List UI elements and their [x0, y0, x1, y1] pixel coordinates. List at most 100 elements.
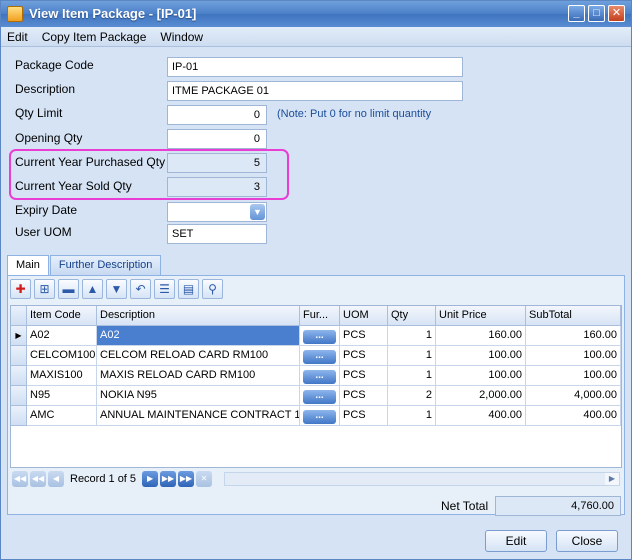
cell-further: ... [300, 406, 340, 426]
user-uom-field[interactable]: SET [167, 224, 267, 244]
sold-qty-field: 3 [167, 177, 267, 197]
col-subtotal[interactable]: SubTotal [526, 306, 621, 326]
further-description-button[interactable]: ... [303, 410, 336, 424]
further-description-button[interactable]: ... [303, 350, 336, 364]
chevron-down-icon[interactable]: ▼ [250, 204, 265, 220]
cell-qty[interactable]: 2 [388, 386, 436, 406]
cell-further: ... [300, 326, 340, 346]
cell-item-code[interactable]: CELCOM100 [27, 346, 97, 366]
package-code-field[interactable]: IP-01 [167, 57, 463, 77]
last-record-icon[interactable]: ▶▶ [178, 471, 195, 487]
row-indicator [11, 406, 27, 426]
opening-qty-label: Opening Qty [15, 131, 83, 145]
cell-description[interactable]: CELCOM RELOAD CARD RM100 [97, 346, 300, 366]
net-total-label: Net Total [441, 499, 489, 513]
app-icon [7, 6, 23, 22]
sold-qty-label: Current Year Sold Qty [15, 179, 132, 193]
cell-uom[interactable]: PCS [340, 406, 388, 426]
add-record-icon[interactable]: ✕ [196, 471, 213, 487]
further-description-button[interactable]: ... [303, 390, 336, 404]
menu-window[interactable]: Window [160, 30, 203, 44]
row-indicator [11, 386, 27, 406]
cell-description[interactable]: A02 [97, 326, 300, 346]
cell-uom[interactable]: PCS [340, 346, 388, 366]
edit-button[interactable]: Edit [485, 530, 547, 552]
menu-edit[interactable]: Edit [7, 30, 28, 44]
cell-item-code[interactable]: AMC [27, 406, 97, 426]
detail-toolbar: ✚ ⊞ ▬ ▲ ▼ ↶ ☰ ▤ ⚲ [10, 279, 223, 301]
horizontal-scrollbar[interactable]: ▶ [224, 472, 620, 486]
tab-strip: Main Further Description [7, 255, 162, 276]
list-icon[interactable]: ☰ [154, 279, 175, 299]
tab-further-description[interactable]: Further Description [49, 255, 162, 275]
close-window-button[interactable]: ✕ [608, 5, 625, 22]
cell-unit-price[interactable]: 100.00 [436, 346, 526, 366]
cell-qty[interactable]: 1 [388, 406, 436, 426]
prev-record-icon[interactable]: ◀ [48, 471, 64, 487]
cell-uom[interactable]: PCS [340, 366, 388, 386]
table-row[interactable]: CELCOM100 CELCOM RELOAD CARD RM100 ... P… [11, 346, 621, 366]
move-up-icon[interactable]: ▲ [82, 279, 103, 299]
cell-further: ... [300, 346, 340, 366]
qty-limit-field[interactable]: 0 [167, 105, 267, 125]
delete-row-icon[interactable]: ▬ [58, 279, 79, 299]
qty-limit-note: (Note: Put 0 for no limit quantity [277, 108, 432, 120]
record-counter: Record 1 of 5 [70, 473, 137, 485]
first-record-icon[interactable]: ◀◀ [12, 471, 28, 487]
columns-icon[interactable]: ▤ [178, 279, 199, 299]
table-row[interactable]: ▶ A02 A02 ... PCS 1 160.00 160.00 [11, 326, 621, 346]
form-body: Package Code IP-01 Description ITME PACK… [1, 48, 631, 559]
cell-subtotal: 400.00 [526, 406, 621, 426]
cell-description[interactable]: MAXIS RELOAD CARD RM100 [97, 366, 300, 386]
further-description-button[interactable]: ... [303, 370, 336, 384]
table-row[interactable]: N95 NOKIA N95 ... PCS 2 2,000.00 4,000.0… [11, 386, 621, 406]
table-row[interactable]: AMC ANNUAL MAINTENANCE CONTRACT 1 ... PC… [11, 406, 621, 426]
cell-unit-price[interactable]: 2,000.00 [436, 386, 526, 406]
cell-unit-price[interactable]: 160.00 [436, 326, 526, 346]
expiry-date-field[interactable]: ▼ [167, 202, 267, 222]
title-bar[interactable]: View Item Package - [IP-01] _ □ ✕ [1, 1, 631, 27]
col-qty[interactable]: Qty [388, 306, 436, 326]
col-uom[interactable]: UOM [340, 306, 388, 326]
description-field[interactable]: ITME PACKAGE 01 [167, 81, 463, 101]
search-icon[interactable]: ⚲ [202, 279, 223, 299]
cell-qty[interactable]: 1 [388, 326, 436, 346]
record-navigator: ◀◀ ◀◀ ◀ Record 1 of 5 ▶ ▶▶ ▶▶ ✕ [12, 469, 213, 489]
cell-unit-price[interactable]: 100.00 [436, 366, 526, 386]
menu-copy-item-package[interactable]: Copy Item Package [42, 30, 147, 44]
close-button[interactable]: Close [556, 530, 618, 552]
cell-description[interactable]: NOKIA N95 [97, 386, 300, 406]
next-page-icon[interactable]: ▶▶ [160, 471, 177, 487]
cell-uom[interactable]: PCS [340, 386, 388, 406]
maximize-button[interactable]: □ [588, 5, 605, 22]
cell-qty[interactable]: 1 [388, 366, 436, 386]
package-code-label: Package Code [15, 58, 94, 72]
move-down-icon[interactable]: ▼ [106, 279, 127, 299]
prev-page-icon[interactable]: ◀◀ [30, 471, 46, 487]
cell-item-code[interactable]: MAXIS100 [27, 366, 97, 386]
col-unit-price[interactable]: Unit Price [436, 306, 526, 326]
tab-main[interactable]: Main [7, 255, 49, 276]
expiry-date-label: Expiry Date [15, 203, 78, 217]
cell-item-code[interactable]: A02 [27, 326, 97, 346]
minimize-button[interactable]: _ [568, 5, 585, 22]
further-description-button[interactable]: ... [303, 330, 336, 344]
undo-icon[interactable]: ↶ [130, 279, 151, 299]
cell-unit-price[interactable]: 400.00 [436, 406, 526, 426]
cell-uom[interactable]: PCS [340, 326, 388, 346]
insert-row-icon[interactable]: ⊞ [34, 279, 55, 299]
table-row[interactable]: MAXIS100 MAXIS RELOAD CARD RM100 ... PCS… [11, 366, 621, 386]
cell-description[interactable]: ANNUAL MAINTENANCE CONTRACT 1 [97, 406, 300, 426]
cell-qty[interactable]: 1 [388, 346, 436, 366]
col-item-code[interactable]: Item Code [27, 306, 97, 326]
description-label: Description [15, 82, 76, 96]
user-uom-label: User UOM [15, 225, 72, 239]
col-further[interactable]: Fur... [300, 306, 340, 326]
col-description[interactable]: Description [97, 306, 300, 326]
header-indicator [11, 306, 27, 326]
opening-qty-field[interactable]: 0 [167, 129, 267, 149]
cell-item-code[interactable]: N95 [27, 386, 97, 406]
scroll-right-icon[interactable]: ▶ [605, 473, 619, 485]
next-record-icon[interactable]: ▶ [142, 471, 159, 487]
add-row-icon[interactable]: ✚ [10, 279, 31, 299]
